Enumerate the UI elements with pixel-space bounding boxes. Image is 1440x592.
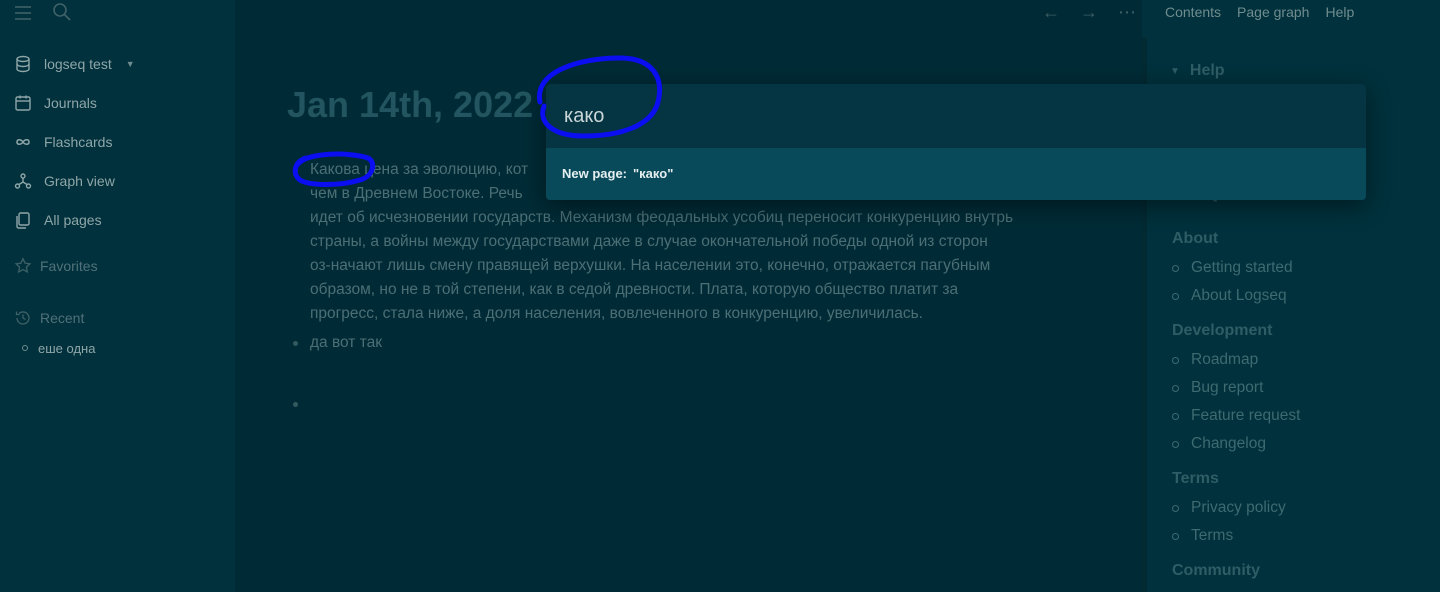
sidebar-item-journals[interactable]: Journals — [14, 83, 224, 122]
section-heading: Terms — [1172, 470, 1219, 487]
result-value: "како" — [633, 166, 674, 181]
sidebar-item-label: Flashcards — [44, 133, 113, 150]
block[interactable]: да вот так — [291, 331, 1091, 355]
search-popup: New page: "како" — [546, 84, 1366, 200]
circle-icon — [1172, 532, 1179, 540]
sidebar-item-flashcards[interactable]: Flashcards — [14, 122, 224, 161]
more-icon[interactable]: ⋯ — [1118, 2, 1136, 23]
search-results: New page: "како" — [546, 148, 1366, 200]
help-link[interactable]: Feature request — [1172, 402, 1422, 430]
help-link[interactable]: Terms — [1172, 522, 1422, 550]
help-link-label: Feature request — [1191, 407, 1301, 424]
star-icon — [14, 257, 32, 274]
circle-icon — [1172, 264, 1179, 272]
menu-icon[interactable] — [14, 2, 32, 27]
help-link-label: Roadmap — [1191, 351, 1259, 368]
favorites-section[interactable]: Favorites — [14, 253, 224, 279]
circle-icon — [1172, 440, 1179, 448]
help-toggle[interactable]: ▼ Help — [1170, 62, 1225, 80]
section-heading: Development — [1172, 322, 1273, 339]
graph-icon — [14, 172, 32, 189]
header-nav: ← → ⋯ — [1042, 2, 1136, 23]
circle-icon — [1172, 504, 1179, 512]
graph-name: logseq test — [44, 55, 112, 72]
help-link[interactable]: Getting started — [1172, 254, 1422, 282]
circle-icon — [1172, 384, 1179, 392]
left-sidebar: logseq test ▼ Journals Flashcards Graph … — [0, 0, 235, 592]
history-icon — [15, 311, 30, 325]
section-about: About Getting started About Logseq — [1172, 230, 1422, 310]
sidebar-item-label: Journals — [44, 94, 97, 111]
database-icon — [16, 55, 30, 72]
sidebar-item-graph-view[interactable]: Graph view — [14, 161, 224, 200]
favorites-label: Favorites — [40, 258, 98, 274]
graph-selector[interactable]: logseq test ▼ — [14, 44, 224, 83]
help-link-label: Privacy policy — [1191, 499, 1286, 516]
right-sidebar-tabs: Contents Page graph Help — [1165, 4, 1354, 20]
help-link[interactable]: Bug report — [1172, 374, 1422, 402]
circle-icon — [22, 345, 28, 351]
recent-section[interactable]: Recent — [14, 305, 224, 331]
sidebar-item-label: Graph view — [44, 172, 115, 189]
sidebar-item-label: All pages — [44, 211, 102, 228]
infinity-icon — [16, 138, 30, 145]
page-title[interactable]: Jan 14th, 2022 — [287, 84, 533, 126]
block[interactable] — [291, 392, 1091, 407]
circle-icon — [1172, 356, 1179, 364]
tab-contents[interactable]: Contents — [1165, 4, 1221, 20]
section-community: Community — [1172, 562, 1422, 586]
help-link[interactable]: Roadmap — [1172, 346, 1422, 374]
help-link[interactable]: About Logseq — [1172, 282, 1422, 310]
search-icon[interactable] — [52, 2, 72, 27]
recent-item-label: еше одна — [38, 340, 96, 356]
sidebar-top-icons — [14, 2, 72, 27]
section-development: Development Roadmap Bug report Feature r… — [1172, 322, 1422, 458]
bullet-icon[interactable] — [293, 402, 298, 407]
recent-item[interactable]: еше одна — [14, 337, 224, 359]
help-link-label: Getting started — [1191, 259, 1293, 276]
result-prefix: New page: — [562, 166, 628, 181]
calendar-icon — [15, 95, 31, 111]
pages-icon — [16, 211, 30, 229]
sidebar-nav: logseq test ▼ Journals Flashcards Graph … — [14, 44, 224, 359]
help-link-label: Changelog — [1191, 435, 1266, 452]
help-link[interactable]: Changelog — [1172, 430, 1422, 458]
help-sections: About Getting started About Logseq Devel… — [1172, 226, 1422, 586]
section-terms: Terms Privacy policy Terms — [1172, 470, 1422, 550]
help-link-label: About Logseq — [1191, 287, 1287, 304]
section-heading: Community — [1172, 562, 1260, 579]
caret-down-icon: ▼ — [1170, 65, 1180, 77]
help-link[interactable]: Privacy policy — [1172, 494, 1422, 522]
section-heading: About — [1172, 230, 1219, 247]
bullet-icon[interactable] — [293, 341, 298, 346]
circle-icon — [1172, 412, 1179, 420]
tab-page-graph[interactable]: Page graph — [1237, 4, 1309, 20]
bullet-icon[interactable] — [293, 168, 298, 173]
search-input[interactable] — [562, 100, 1346, 132]
chevron-down-icon: ▼ — [125, 58, 135, 69]
arrow-left-icon[interactable]: ← — [1042, 2, 1060, 23]
tab-help[interactable]: Help — [1325, 4, 1354, 20]
recent-label: Recent — [40, 310, 85, 326]
arrow-right-icon[interactable]: → — [1080, 2, 1098, 23]
circle-icon — [1172, 292, 1179, 300]
help-link-label: Bug report — [1191, 379, 1264, 396]
block-content[interactable]: да вот так — [310, 331, 382, 355]
sidebar-item-all-pages[interactable]: All pages — [14, 200, 224, 239]
help-heading: Help — [1189, 62, 1225, 79]
help-link-label: Terms — [1191, 527, 1234, 544]
search-result-new-page[interactable]: New page: "како" — [562, 166, 673, 181]
